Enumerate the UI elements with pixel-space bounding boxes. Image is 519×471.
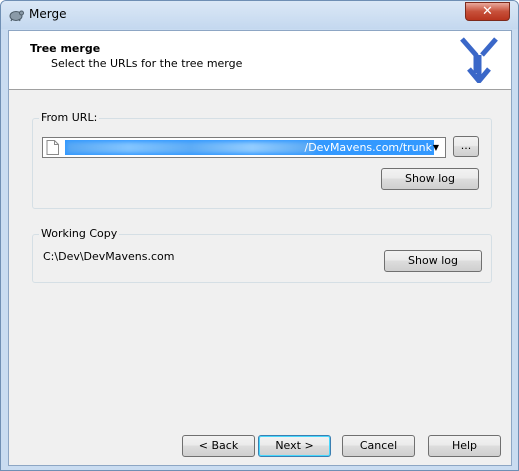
help-button[interactable]: Help xyxy=(428,435,501,457)
redacted-url-segment xyxy=(67,142,314,153)
dropdown-arrow-icon[interactable]: ▼ xyxy=(429,138,443,157)
working-copy-group: Working Copy C:\Dev\DevMavens.com Show l… xyxy=(32,227,492,283)
window-title: Merge xyxy=(29,7,67,21)
from-url-text: /DevMavens.com/trunk xyxy=(304,141,432,154)
merge-dialog-window: Merge ✕ Tree merge Select the URLs for t… xyxy=(0,0,519,471)
from-url-group: From URL: /DevMavens.com/trunk ▼ ... Sho… xyxy=(32,111,492,209)
next-button[interactable]: Next > xyxy=(258,435,331,457)
tortoise-app-icon xyxy=(9,10,24,22)
from-url-show-log-button[interactable]: Show log xyxy=(381,168,479,190)
close-icon: ✕ xyxy=(482,4,493,19)
from-url-label: From URL: xyxy=(39,111,100,124)
file-icon xyxy=(46,140,59,155)
dialog-client-area: Tree merge Select the URLs for the tree … xyxy=(8,30,512,466)
page-subtitle: Select the URLs for the tree merge xyxy=(51,57,243,70)
close-button[interactable]: ✕ xyxy=(465,2,510,21)
wizard-header: Tree merge Select the URLs for the tree … xyxy=(9,31,511,90)
cancel-button[interactable]: Cancel xyxy=(342,435,415,457)
working-copy-label: Working Copy xyxy=(39,227,120,240)
page-title: Tree merge xyxy=(30,42,101,55)
title-bar[interactable]: Merge ✕ xyxy=(1,1,518,29)
back-button[interactable]: < Back xyxy=(182,435,255,457)
working-copy-show-log-button[interactable]: Show log xyxy=(384,250,482,272)
merge-logo-icon xyxy=(460,37,498,83)
from-url-combobox[interactable]: /DevMavens.com/trunk ▼ xyxy=(42,137,446,158)
browse-url-button[interactable]: ... xyxy=(453,136,479,157)
from-url-value[interactable]: /DevMavens.com/trunk xyxy=(65,140,434,155)
working-copy-path: C:\Dev\DevMavens.com xyxy=(43,250,175,263)
